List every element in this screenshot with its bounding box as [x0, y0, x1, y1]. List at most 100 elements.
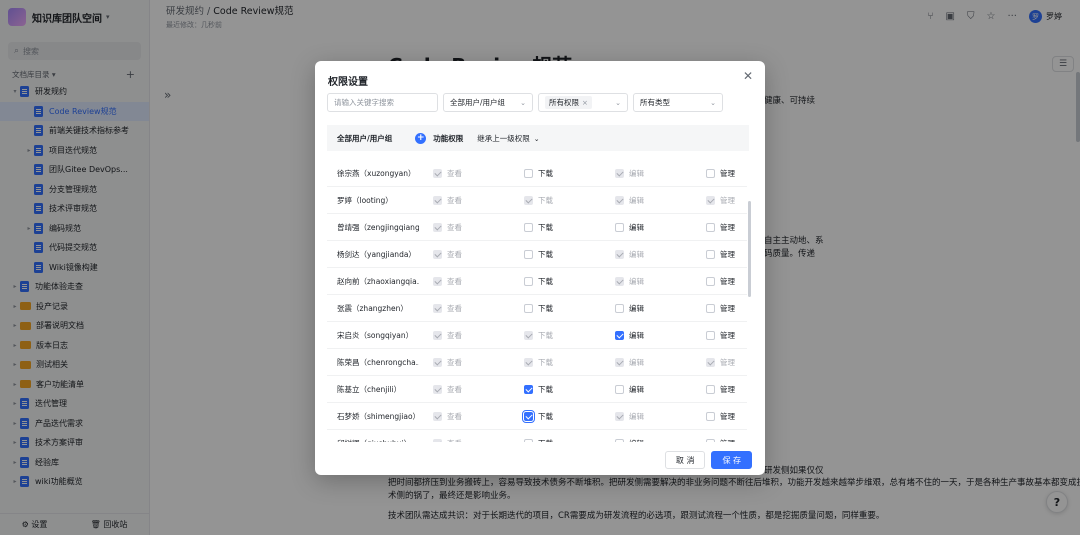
permission-checkbox[interactable] — [706, 331, 715, 340]
keyword-search-input[interactable]: 请输入关键字搜索 — [327, 93, 438, 112]
permission-cell: 管理 — [706, 276, 735, 287]
permission-label: 管理 — [720, 304, 735, 313]
permission-cell: 查看 — [433, 438, 462, 442]
permission-label: 下载 — [538, 438, 553, 442]
permission-checkbox — [615, 169, 624, 178]
permission-label: 管理 — [720, 412, 735, 421]
user-name-cell: 杨剑达（yangjianda） — [337, 250, 416, 259]
permission-checkbox[interactable] — [706, 250, 715, 259]
permission-label: 查看 — [447, 196, 462, 205]
permission-checkbox[interactable] — [706, 439, 715, 442]
permission-checkbox[interactable] — [706, 304, 715, 313]
chevron-down-icon: ⌄ — [533, 134, 540, 143]
permission-checkbox — [433, 412, 442, 421]
permission-tag-label: 所有权限 — [549, 98, 579, 107]
permission-checkbox — [433, 277, 442, 286]
permission-checkbox — [706, 196, 715, 205]
permission-checkbox — [615, 196, 624, 205]
permission-checkbox[interactable] — [524, 250, 533, 259]
tag-close-icon[interactable]: × — [582, 99, 588, 107]
permission-label: 编辑 — [629, 438, 644, 442]
permission-cell: 管理 — [706, 384, 735, 395]
permission-label: 查看 — [447, 277, 462, 286]
permission-label: 查看 — [447, 438, 462, 442]
permission-cell: 下载 — [524, 438, 553, 442]
permission-cell: 查看 — [433, 330, 462, 341]
permission-checkbox — [433, 304, 442, 313]
permission-cell: 编辑 — [615, 384, 644, 395]
permission-checkbox — [433, 250, 442, 259]
user-name-cell: 邱树辉（qiushuhui） — [337, 438, 419, 442]
permission-cell: 查看 — [433, 411, 462, 422]
permission-tag: 所有权限 × — [545, 96, 592, 109]
type-filter-select[interactable]: 所有类型 ⌄ — [633, 93, 723, 112]
permission-checkbox[interactable] — [615, 304, 624, 313]
dialog-scrollbar[interactable] — [748, 201, 751, 297]
permission-checkbox[interactable] — [524, 277, 533, 286]
permission-checkbox[interactable] — [706, 412, 715, 421]
table-row: 陈基立（chenjili） 查看 下载 编辑 管理 — [327, 376, 747, 403]
permission-filter-select[interactable]: 所有权限 × ⌄ — [538, 93, 628, 112]
permission-cell: 管理 — [706, 222, 735, 233]
permission-checkbox[interactable] — [524, 304, 533, 313]
user-name-cell: 陈基立（chenjili） — [337, 385, 402, 394]
dialog-footer: 取 消 保 存 — [664, 451, 752, 469]
permission-cell: 管理 — [706, 168, 735, 179]
permission-checkbox[interactable] — [615, 439, 624, 442]
user-name-cell: 赵向前（zhaoxiangqia... — [337, 277, 419, 286]
permission-label: 查看 — [447, 412, 462, 421]
permission-checkbox — [615, 358, 624, 367]
type-filter-value: 所有类型 — [640, 98, 670, 107]
permission-checkbox — [433, 169, 442, 178]
permission-label: 下载 — [538, 331, 553, 340]
permission-checkbox[interactable] — [524, 169, 533, 178]
permission-checkbox[interactable] — [615, 331, 624, 340]
permission-label: 查看 — [447, 304, 462, 313]
permission-label: 管理 — [720, 331, 735, 340]
permission-label: 下载 — [538, 169, 553, 178]
permission-cell: 编辑 — [615, 438, 644, 442]
table-row: 石梦娇（shimengjiao） 查看 下载 编辑 管理 — [327, 403, 747, 430]
permission-checkbox[interactable] — [706, 277, 715, 286]
permission-checkbox[interactable] — [522, 410, 535, 423]
user-filter-select[interactable]: 全部用户/用户组 ⌄ — [443, 93, 533, 112]
permission-label: 管理 — [720, 358, 735, 367]
user-name-cell: 曾靖强（zengjingqiang... — [337, 223, 419, 232]
permission-checkbox — [524, 331, 533, 340]
permission-cell: 查看 — [433, 384, 462, 395]
permission-cell: 编辑 — [615, 303, 644, 314]
save-button[interactable]: 保 存 — [711, 451, 752, 469]
permission-checkbox[interactable] — [615, 385, 624, 394]
user-filter-value: 全部用户/用户组 — [450, 98, 506, 107]
permission-label: 编辑 — [629, 385, 644, 394]
permission-checkbox[interactable] — [706, 385, 715, 394]
dialog-title: 权限设置 — [328, 77, 368, 88]
permission-checkbox[interactable] — [706, 169, 715, 178]
permission-checkbox — [433, 223, 442, 232]
column-users: 全部用户/用户组 — [337, 133, 393, 143]
permission-dialog: 权限设置 ✕ 请输入关键字搜索 全部用户/用户组 ⌄ 所有权限 × ⌄ 所有类型 ⌄ 全… — [315, 61, 765, 475]
permission-cell: 下载 — [524, 303, 553, 314]
permission-checkbox[interactable] — [524, 223, 533, 232]
column-permissions: 功能权限 — [433, 133, 464, 143]
permission-cell: 编辑 — [615, 195, 644, 206]
permission-checkbox[interactable] — [524, 439, 533, 442]
permission-label: 查看 — [447, 169, 462, 178]
inherit-dropdown[interactable]: 继承上一级权限 ⌄ — [477, 133, 539, 144]
add-user-icon[interactable]: + — [415, 132, 427, 144]
permission-label: 下载 — [538, 358, 553, 367]
permission-label: 查看 — [447, 358, 462, 367]
permission-checkbox[interactable] — [706, 223, 715, 232]
permission-label: 编辑 — [629, 331, 644, 340]
cancel-button[interactable]: 取 消 — [664, 451, 706, 469]
permission-checkbox[interactable] — [524, 385, 533, 394]
permission-label: 查看 — [447, 331, 462, 340]
permission-label: 编辑 — [629, 412, 644, 421]
table-row: 罗婷（looting） 查看 下载 编辑 管理 — [327, 187, 747, 214]
permission-cell: 编辑 — [615, 411, 644, 422]
permission-cell: 下载 — [524, 222, 553, 233]
permission-label: 查看 — [447, 223, 462, 232]
close-icon[interactable]: ✕ — [743, 69, 753, 83]
permission-checkbox[interactable] — [615, 223, 624, 232]
chevron-down-icon: ⌄ — [520, 98, 526, 107]
